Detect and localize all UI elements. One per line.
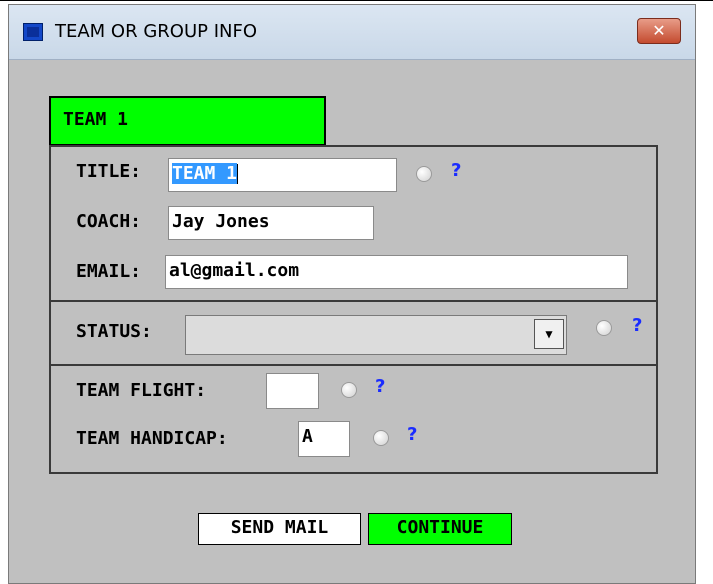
status-select[interactable]: ▼ [185, 315, 567, 355]
team-handicap-help-icon[interactable]: ? [407, 424, 417, 445]
title-label: TITLE: [76, 161, 142, 182]
team-flight-label: TEAM FLIGHT: [76, 380, 207, 401]
status-label: STATUS: [76, 321, 152, 342]
title-bar[interactable]: TEAM OR GROUP INFO ✕ [9, 5, 695, 60]
send-mail-button[interactable]: SEND MAIL [198, 513, 361, 545]
continue-button[interactable]: CONTINUE [368, 513, 512, 545]
coach-label: COACH: [76, 211, 142, 232]
coach-input[interactable]: Jay Jones [168, 206, 374, 240]
team-flight-input[interactable] [266, 373, 319, 409]
team-flight-radio[interactable] [341, 382, 357, 398]
close-icon: ✕ [652, 21, 666, 40]
title-input[interactable]: TEAM 1 [168, 158, 397, 192]
team-handicap-input[interactable]: A [298, 421, 350, 457]
team-handicap-radio[interactable] [373, 430, 389, 446]
tab-team[interactable]: TEAM 1 [49, 96, 326, 146]
dropdown-arrow-icon[interactable]: ▼ [534, 319, 564, 349]
title-radio[interactable] [416, 166, 432, 182]
window-title: TEAM OR GROUP INFO [55, 21, 257, 42]
team-flight-help-icon[interactable]: ? [375, 376, 385, 397]
app-icon [23, 23, 43, 41]
close-button[interactable]: ✕ [637, 18, 681, 44]
status-help-icon[interactable]: ? [632, 315, 642, 336]
team-handicap-label: TEAM HANDICAP: [76, 428, 228, 449]
email-input[interactable]: al@gmail.com [165, 255, 628, 289]
status-radio[interactable] [596, 320, 612, 336]
title-input-value: TEAM 1 [172, 163, 238, 184]
title-help-icon[interactable]: ? [451, 160, 461, 181]
text-caret [237, 164, 239, 184]
top-border-line [0, 0, 713, 1]
email-label: EMAIL: [76, 261, 142, 282]
